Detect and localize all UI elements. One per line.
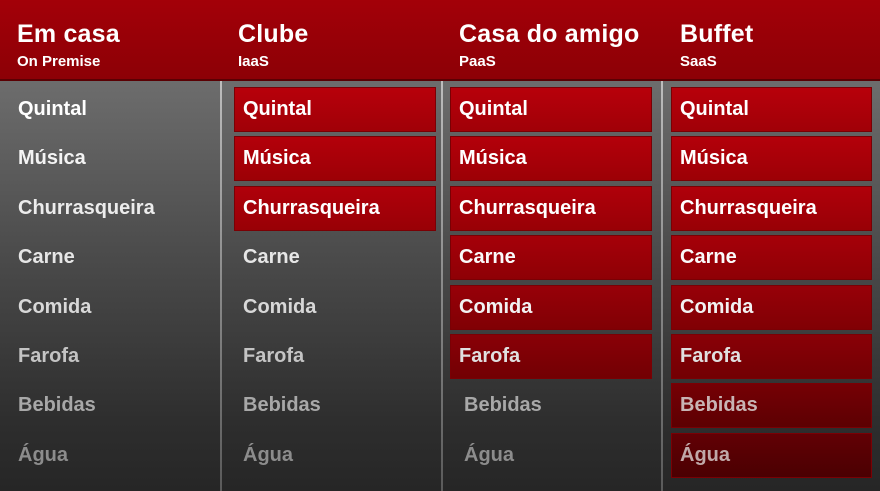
service-item: Água (18, 444, 68, 466)
service-item: Comida (671, 285, 872, 330)
column-subtitle: IaaS (238, 53, 269, 70)
column-header: Em casa On Premise (0, 0, 220, 81)
service-item: Quintal (671, 87, 872, 132)
service-item: Churrasqueira (450, 186, 652, 231)
column-title: Clube (238, 20, 309, 48)
column-title: Casa do amigo (459, 20, 640, 48)
column-title: Buffet (680, 20, 754, 48)
service-item: Comida (450, 285, 652, 330)
service-item: Bebidas (671, 383, 872, 428)
service-item: Carne (243, 246, 300, 268)
comparison-board: Em casa On Premise Clube IaaS Casa do am… (0, 0, 880, 491)
column-subtitle: PaaS (459, 53, 496, 70)
service-item: Churrasqueira (18, 197, 155, 219)
service-item: Quintal (234, 87, 436, 132)
service-item: Farofa (18, 345, 80, 367)
service-item: Música (450, 136, 652, 181)
service-item: Churrasqueira (234, 186, 436, 231)
service-item: Música (234, 136, 436, 181)
service-item: Carne (450, 235, 652, 280)
column-subtitle: On Premise (17, 53, 101, 70)
service-item: Carne (18, 246, 75, 268)
service-item: Comida (243, 296, 317, 318)
service-item: Carne (671, 235, 872, 280)
service-item: Música (671, 136, 872, 181)
service-item: Farofa (243, 345, 305, 367)
service-item: Bebidas (464, 394, 542, 416)
service-item: Churrasqueira (671, 186, 872, 231)
column-header: Buffet SaaS (663, 0, 880, 81)
column-header: Clube IaaS (221, 0, 441, 81)
service-item: Quintal (18, 98, 87, 120)
service-item: Água (243, 444, 293, 466)
service-item: Bebidas (18, 394, 96, 416)
service-item: Música (18, 147, 86, 169)
service-item: Bebidas (243, 394, 321, 416)
service-item: Água (464, 444, 514, 466)
service-item: Água (671, 433, 872, 478)
service-item: Quintal (450, 87, 652, 132)
service-item: Farofa (671, 334, 872, 379)
column-title: Em casa (17, 20, 120, 48)
service-item: Farofa (450, 334, 652, 379)
column-header: Casa do amigo PaaS (442, 0, 662, 81)
column-subtitle: SaaS (680, 53, 717, 70)
service-item: Comida (18, 296, 92, 318)
